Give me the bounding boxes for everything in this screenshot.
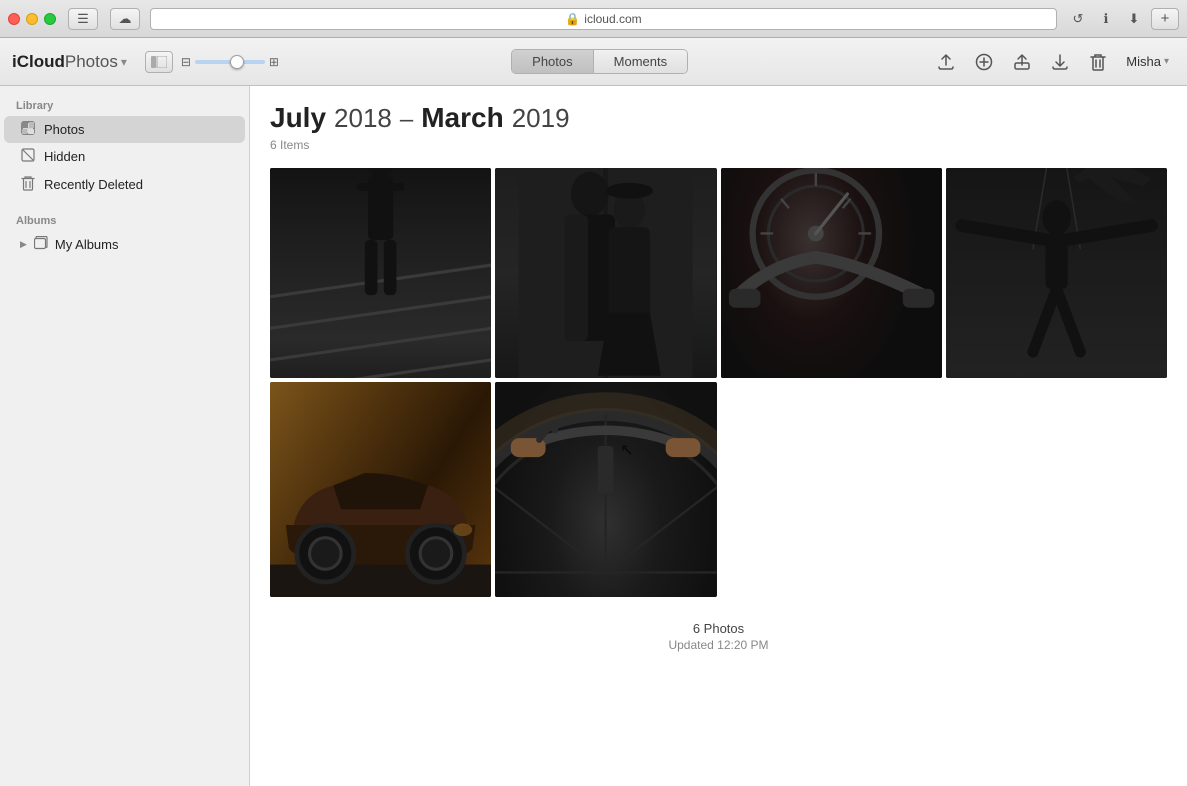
hidden-icon — [20, 148, 36, 165]
footer-photo-count: 6 Photos — [270, 621, 1167, 636]
user-name: Misha — [1126, 54, 1161, 69]
title-year1: 2018 — [334, 103, 392, 134]
content-footer: 6 Photos Updated 12:20 PM — [270, 621, 1167, 652]
zoom-slider-thumb[interactable] — [230, 55, 244, 69]
zoom-min-icon: ⊟ — [181, 55, 191, 69]
reload-icon[interactable]: ↺ — [1067, 8, 1089, 30]
empty-cell-4 — [946, 382, 1167, 597]
title-month2: March — [421, 102, 503, 134]
trash-button[interactable] — [1084, 48, 1112, 76]
sidebar-toggle-button[interactable] — [145, 51, 173, 73]
title-month1: July — [270, 102, 326, 134]
zoom-max-icon: ⊞ — [269, 55, 279, 69]
content-title: July 2018 – March 2019 — [270, 102, 1167, 134]
sidebar-item-my-albums[interactable]: ▶ My Albums — [4, 231, 245, 258]
photo-row-2: ↖ — [270, 382, 1167, 597]
title-year2: 2019 — [512, 103, 570, 134]
albums-section-label: Albums — [0, 209, 249, 231]
user-menu[interactable]: Misha ▾ — [1120, 51, 1175, 72]
tab-moments[interactable]: Moments — [594, 50, 687, 73]
app-title: iCloud Photos▾ — [12, 52, 127, 72]
trash-sidebar-icon — [20, 175, 36, 194]
lock-icon: 🔒 — [565, 12, 580, 26]
main-layout: Library Photos Hidden — [0, 86, 1187, 786]
sidebar-recently-deleted-label: Recently Deleted — [44, 177, 143, 192]
photo-1[interactable] — [270, 168, 491, 378]
sidebar-item-recently-deleted[interactable]: Recently Deleted — [4, 170, 245, 199]
app-name-icloud: iCloud — [12, 52, 65, 72]
title-bar: ☰ ☁ 🔒 icloud.com ↺ ℹ ⬇ + — [0, 0, 1187, 38]
app-dropdown-arrow[interactable]: ▾ — [121, 55, 127, 69]
minimize-button[interactable] — [26, 13, 38, 25]
photo-6[interactable]: ↖ — [495, 382, 716, 597]
sidebar-hidden-label: Hidden — [44, 149, 85, 164]
tab-photos[interactable]: Photos — [512, 50, 593, 73]
download-photos-button[interactable] — [1046, 48, 1074, 76]
content-area: July 2018 – March 2019 6 Items — [250, 86, 1187, 786]
sidebar-toolbar-btn[interactable]: ☰ — [68, 8, 98, 30]
zoom-slider[interactable] — [195, 60, 265, 64]
triangle-icon: ▶ — [20, 239, 27, 250]
sidebar-item-hidden[interactable]: Hidden — [4, 143, 245, 170]
close-button[interactable] — [8, 13, 20, 25]
info-icon[interactable]: ℹ — [1095, 8, 1117, 30]
photo-5[interactable] — [270, 382, 491, 597]
address-bar[interactable]: 🔒 icloud.com — [150, 8, 1057, 30]
photo-2[interactable] — [495, 168, 716, 378]
cloud-toolbar-btn[interactable]: ☁ — [110, 8, 140, 30]
add-button[interactable] — [970, 48, 998, 76]
library-section-label: Library — [0, 94, 249, 116]
sidebar-item-photos[interactable]: Photos — [4, 116, 245, 143]
upload-button[interactable] — [932, 48, 960, 76]
sidebar-photos-label: Photos — [44, 122, 84, 137]
traffic-lights — [8, 13, 56, 25]
app-name-photos: Photos — [65, 52, 118, 72]
content-header: July 2018 – March 2019 6 Items — [270, 102, 1167, 152]
download-icon[interactable]: ⬇ — [1123, 8, 1145, 30]
add-tab-button[interactable]: + — [1151, 8, 1179, 30]
user-dropdown-arrow: ▾ — [1164, 56, 1169, 67]
address-text: icloud.com — [584, 12, 641, 26]
share-button[interactable] — [1008, 48, 1036, 76]
empty-cell-3 — [721, 382, 942, 597]
photo-3[interactable] — [721, 168, 942, 378]
app-toolbar: iCloud Photos▾ ⊟ ⊞ Photos Moments — [0, 38, 1187, 86]
photo-4[interactable] — [946, 168, 1167, 378]
sidebar-my-albums-label: My Albums — [55, 237, 119, 252]
photo-row-1 — [270, 168, 1167, 378]
zoom-slider-group: ⊟ ⊞ — [181, 55, 279, 69]
photos-icon — [20, 121, 36, 138]
my-albums-icon — [33, 236, 49, 253]
sidebar: Library Photos Hidden — [0, 86, 250, 786]
toolbar-actions — [932, 48, 1112, 76]
maximize-button[interactable] — [44, 13, 56, 25]
view-tabs: Photos Moments — [511, 49, 688, 74]
footer-updated: Updated 12:20 PM — [270, 638, 1167, 652]
item-count: 6 Items — [270, 138, 1167, 152]
title-dash: – — [400, 106, 413, 134]
